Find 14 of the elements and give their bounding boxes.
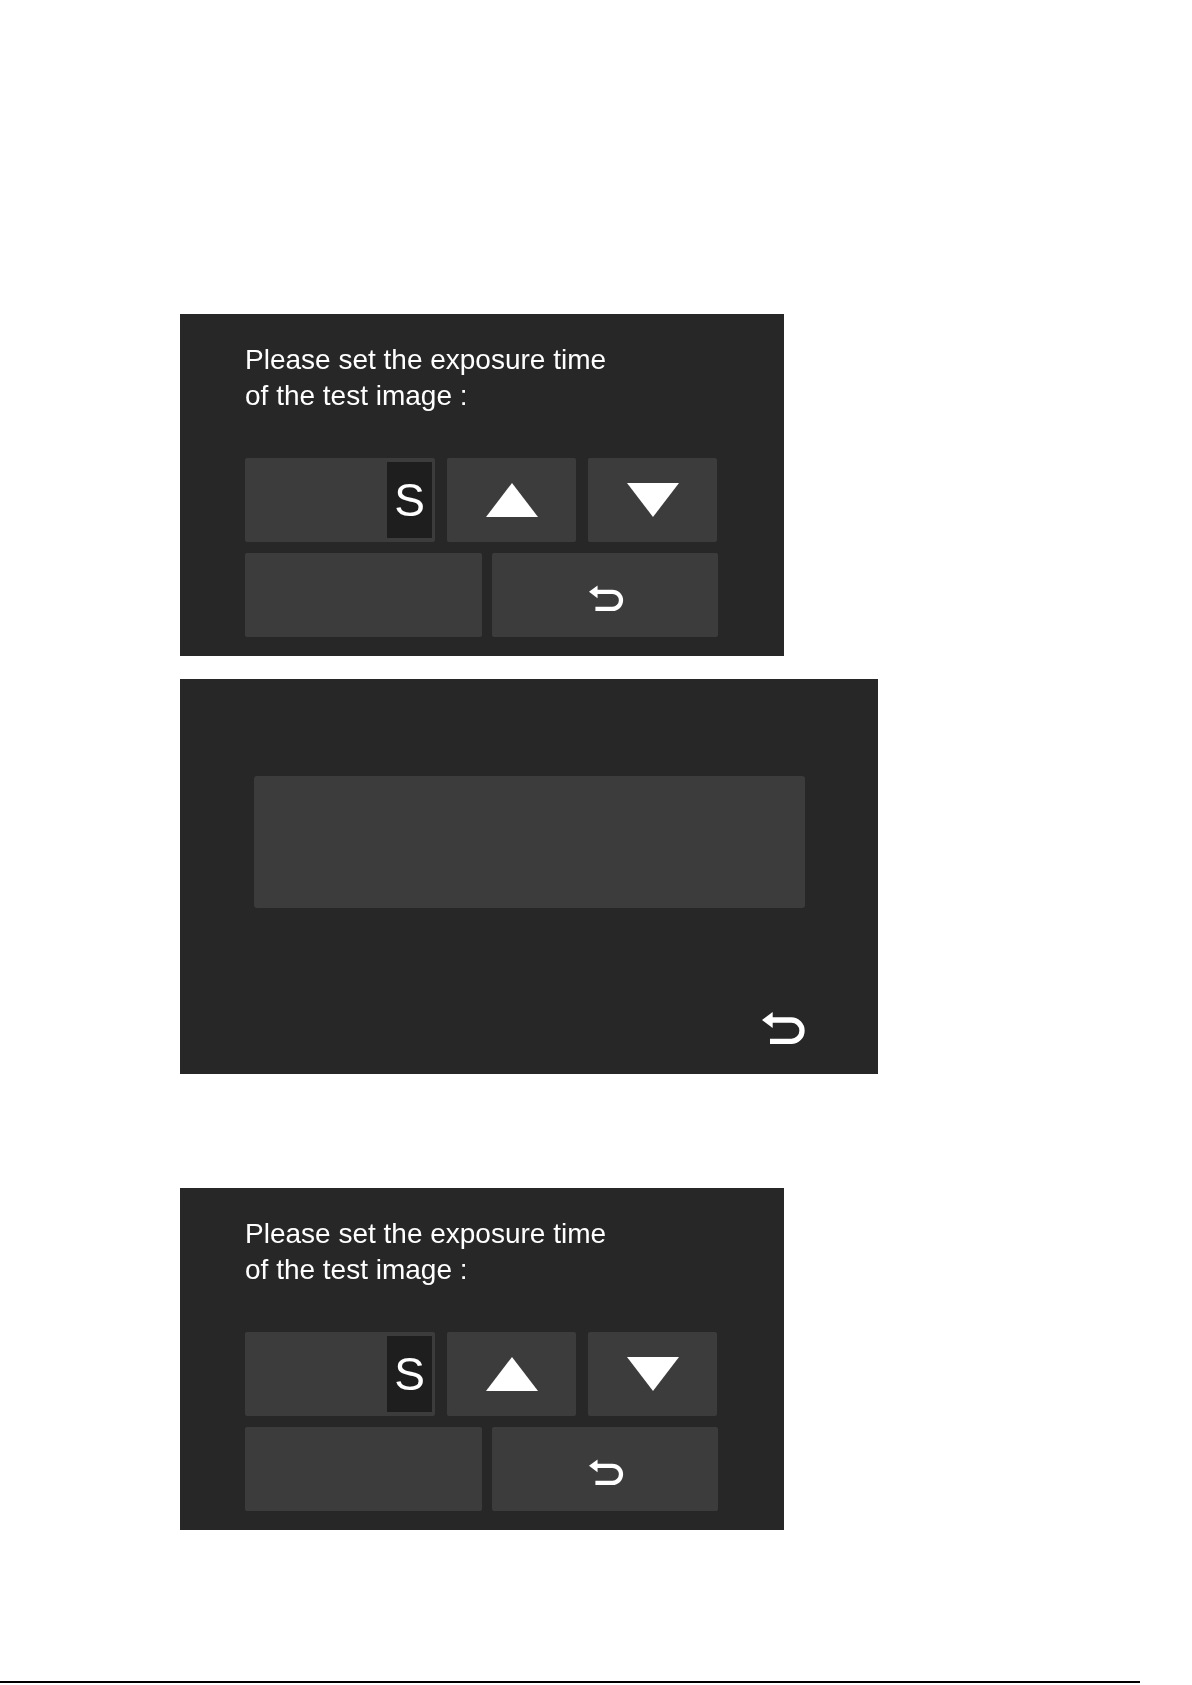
down-button[interactable] <box>588 458 717 542</box>
down-button[interactable] <box>588 1332 717 1416</box>
up-triangle-icon <box>485 483 538 517</box>
unit-label: S <box>387 1336 432 1412</box>
up-triangle-icon <box>485 1357 538 1391</box>
up-button[interactable] <box>447 458 576 542</box>
unit-label: S <box>387 462 432 538</box>
prompt-text: Please set the exposure time of the test image : <box>245 343 608 413</box>
prompt-text: Please set the exposure time of the test image : <box>245 1217 608 1287</box>
input-field[interactable]: S <box>245 458 435 542</box>
up-button[interactable] <box>447 1332 576 1416</box>
input-field[interactable]: S <box>245 1332 435 1416</box>
down-triangle-icon <box>626 483 679 517</box>
down-triangle-icon <box>626 1357 679 1391</box>
